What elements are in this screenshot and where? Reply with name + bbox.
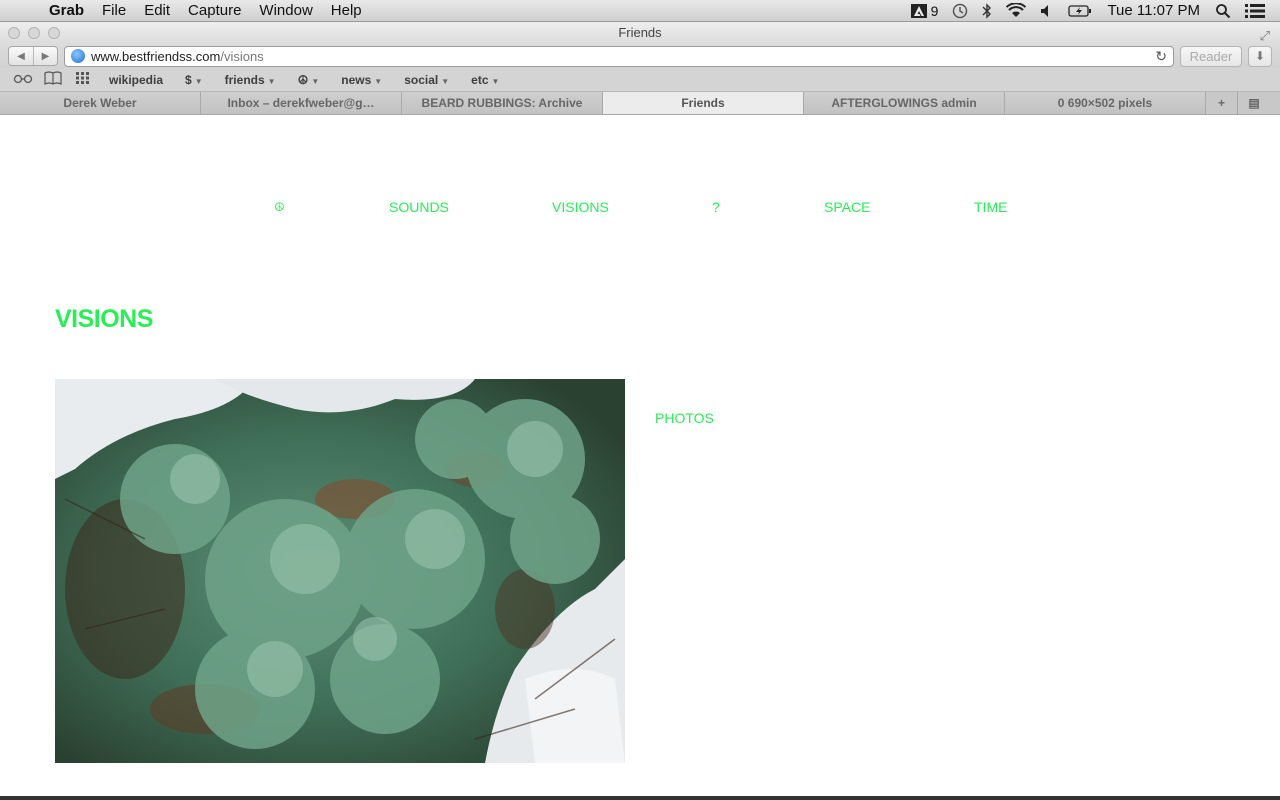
url-domain: www.bestfriendss.com	[91, 48, 221, 64]
bookmark-folder-etc[interactable]: etc ▼	[460, 73, 510, 87]
plus-icon: +	[1217, 96, 1225, 110]
window-titlebar: Friends ⤢	[0, 22, 1280, 44]
bookmark-folder-money[interactable]: $ ▼	[174, 73, 214, 87]
chevron-down-icon: ▼	[491, 76, 500, 86]
globe-icon	[71, 49, 85, 63]
menu-window[interactable]: Window	[250, 2, 321, 19]
volume-icon[interactable]	[1033, 4, 1061, 18]
minimize-window-button[interactable]	[28, 27, 40, 39]
tab-bar: Derek Weber Inbox – derekfweber@g… BEARD…	[0, 92, 1280, 115]
spotlight-icon[interactable]	[1208, 3, 1238, 19]
time-machine-icon[interactable]	[945, 3, 975, 19]
traffic-lights	[8, 27, 60, 39]
menu-help[interactable]: Help	[322, 2, 371, 19]
notification-center-icon[interactable]	[1238, 3, 1272, 19]
download-icon: ⬇	[1254, 49, 1266, 63]
battery-icon[interactable]	[1061, 4, 1099, 18]
bookmark-folder-peace[interactable]: ☮ ▼	[287, 73, 331, 87]
chevron-down-icon: ▼	[311, 76, 320, 86]
nav-time-link[interactable]: TIME	[974, 199, 1007, 215]
tab-derek-weber[interactable]: Derek Weber	[0, 92, 201, 114]
photos-link[interactable]: PHOTOS	[655, 410, 714, 426]
window-title: Friends	[618, 25, 662, 40]
menu-edit[interactable]: Edit	[135, 2, 179, 19]
tab-overview-button[interactable]: ▤	[1238, 92, 1270, 114]
menubar-clock[interactable]: Tue 11:07 PM	[1099, 2, 1208, 19]
desktop-strip	[0, 796, 1280, 800]
menu-capture[interactable]: Capture	[179, 2, 250, 19]
webpage: ☮ SOUNDS VISIONS ? SPACE TIME VISIONS PH…	[0, 115, 1280, 793]
nav-peace-link[interactable]: ☮	[274, 200, 285, 214]
downloads-button[interactable]: ⬇	[1248, 45, 1272, 67]
url-path: /visions	[220, 48, 264, 64]
chevron-down-icon: ▼	[194, 76, 203, 86]
plant-photo[interactable]	[55, 379, 625, 763]
close-window-button[interactable]	[8, 27, 20, 39]
new-tab-button[interactable]: +	[1206, 92, 1238, 114]
site-nav: ☮ SOUNDS VISIONS ? SPACE TIME	[0, 199, 1280, 219]
plant-photo-graphic	[55, 379, 625, 763]
tab-image[interactable]: 0 690×502 pixels	[1005, 92, 1206, 114]
tab-afterglowings[interactable]: AFTERGLOWINGS admin	[804, 92, 1005, 114]
browser-toolbar: ◀ ▶ www.bestfriendss.com/visions ↻ Reade…	[0, 44, 1280, 68]
menubar: Grab File Edit Capture Window Help 9 Tue…	[0, 0, 1280, 22]
tab-overview-icon: ▤	[1248, 96, 1260, 110]
nav-question-link[interactable]: ?	[712, 199, 720, 215]
reload-icon[interactable]: ↻	[1155, 48, 1167, 65]
bookmark-folder-social[interactable]: social ▼	[393, 73, 460, 87]
nav-buttons: ◀ ▶	[8, 46, 58, 66]
zoom-window-button[interactable]	[48, 27, 60, 39]
browser-window: Friends ⤢ ◀ ▶ www.bestfriendss.com/visio…	[0, 22, 1280, 796]
bookmark-folder-friends[interactable]: friends ▼	[214, 73, 287, 87]
reader-button[interactable]: Reader	[1180, 45, 1242, 67]
page-title: VISIONS	[55, 305, 153, 333]
chevron-down-icon: ▼	[374, 76, 383, 86]
chevron-down-icon: ▼	[441, 76, 450, 86]
bookmarks-book-icon[interactable]	[38, 71, 68, 88]
reading-list-icon[interactable]	[8, 72, 38, 87]
tab-beard-rubbings[interactable]: BEARD RUBBINGS: Archive	[402, 92, 603, 114]
address-bar[interactable]: www.bestfriendss.com/visions ↻	[64, 45, 1174, 67]
nav-visions-link[interactable]: VISIONS	[552, 199, 609, 215]
nav-space-link[interactable]: SPACE	[824, 199, 870, 215]
bookmarks-bar: wikipedia $ ▼ friends ▼ ☮ ▼ news ▼ social ▼ e…	[0, 68, 1280, 92]
bookmark-folder-news[interactable]: news ▼	[330, 73, 393, 87]
tab-friends[interactable]: Friends	[603, 92, 804, 114]
forward-button[interactable]: ▶	[33, 47, 57, 65]
wifi-icon[interactable]	[999, 2, 1033, 19]
menu-file[interactable]: File	[93, 2, 135, 19]
bookmark-wikipedia[interactable]: wikipedia	[98, 73, 174, 87]
fullscreen-icon[interactable]: ⤢	[1260, 25, 1270, 47]
nav-sounds-link[interactable]: SOUNDS	[389, 199, 449, 215]
bluetooth-icon[interactable]	[975, 2, 999, 19]
back-button[interactable]: ◀	[9, 47, 33, 65]
tab-inbox[interactable]: Inbox – derekfweber@g…	[201, 92, 402, 114]
top-sites-grid-icon[interactable]	[68, 72, 98, 87]
menu-app[interactable]: Grab	[40, 2, 93, 19]
adobe-badge: 9	[930, 2, 939, 19]
adobe-icon[interactable]: 9	[904, 3, 946, 19]
chevron-down-icon: ▼	[267, 76, 276, 86]
